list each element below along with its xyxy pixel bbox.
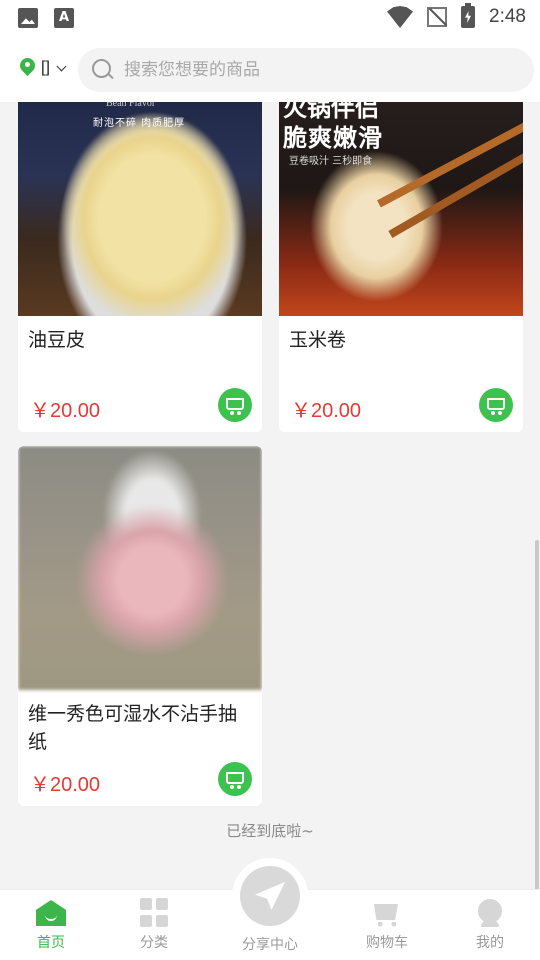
product-name: 油豆皮 — [28, 329, 86, 351]
no-signal-icon — [427, 7, 448, 27]
location-pin-icon — [20, 58, 35, 78]
product-price: ￥20.00 — [291, 400, 362, 422]
chevron-down-icon — [56, 61, 67, 71]
share-circle — [240, 866, 300, 926]
product-card[interactable]: Bean Flavor 耐泡不碎 肉质肥厚 油豆皮 ￥20.00 — [18, 60, 262, 432]
location-label: [] — [41, 59, 50, 76]
tab-label: 购物车 — [366, 935, 408, 951]
tab-home[interactable]: 首页 — [11, 898, 91, 952]
tab-label: 我的 — [476, 935, 504, 951]
tab-share-label[interactable]: 分享中心 — [232, 934, 308, 954]
image-text: 豆卷吸汁 三秒即食 — [289, 156, 373, 167]
cart-icon — [226, 398, 244, 415]
cart-icon — [487, 398, 505, 415]
cart-icon — [226, 772, 244, 789]
tab-label: 分类 — [140, 935, 168, 951]
product-card[interactable]: 维一秀色可湿水不沾手抽纸 ￥20.00 — [18, 446, 262, 806]
image-text: 耐泡不碎 肉质肥厚 — [93, 118, 186, 129]
share-center-button[interactable] — [232, 858, 308, 934]
search-icon — [92, 59, 114, 81]
category-icon — [140, 898, 168, 928]
product-price: ￥20.00 — [30, 400, 101, 422]
location-selector[interactable]: [] — [20, 58, 67, 78]
font-icon: A — [54, 8, 74, 28]
search-header: [] — [0, 36, 540, 102]
home-icon — [36, 898, 66, 928]
list-end-text: 已经到底啦~ — [226, 822, 314, 840]
scrollbar[interactable] — [535, 540, 539, 890]
product-price: ￥20.00 — [30, 774, 101, 796]
tab-cart[interactable]: 购物车 — [347, 898, 427, 952]
search-bar[interactable] — [78, 48, 534, 92]
user-icon — [475, 898, 505, 928]
product-name: 玉米卷 — [289, 329, 347, 351]
tab-label: 首页 — [37, 935, 65, 951]
search-input[interactable] — [124, 60, 504, 80]
add-to-cart-button[interactable] — [479, 388, 513, 422]
image-text: 脆爽嫩滑 — [283, 124, 383, 152]
gallery-icon — [18, 8, 38, 28]
add-to-cart-button[interactable] — [218, 388, 252, 422]
wifi-icon — [387, 6, 414, 28]
status-bar: A 2:48 — [0, 0, 540, 36]
send-icon — [255, 882, 285, 910]
add-to-cart-button[interactable] — [218, 762, 252, 796]
cart-icon — [372, 898, 402, 928]
product-card[interactable]: 火锅伴侣 脆爽嫩滑 豆卷吸汁 三秒即食 玉米卷 ￥20.00 — [279, 60, 523, 432]
product-image[interactable] — [18, 446, 262, 690]
battery-charging-icon — [461, 3, 476, 28]
tab-me[interactable]: 我的 — [450, 898, 530, 952]
product-name: 维一秀色可湿水不沾手抽纸 — [28, 703, 238, 753]
clock: 2:48 — [489, 6, 526, 27]
tab-category[interactable]: 分类 — [114, 898, 194, 952]
